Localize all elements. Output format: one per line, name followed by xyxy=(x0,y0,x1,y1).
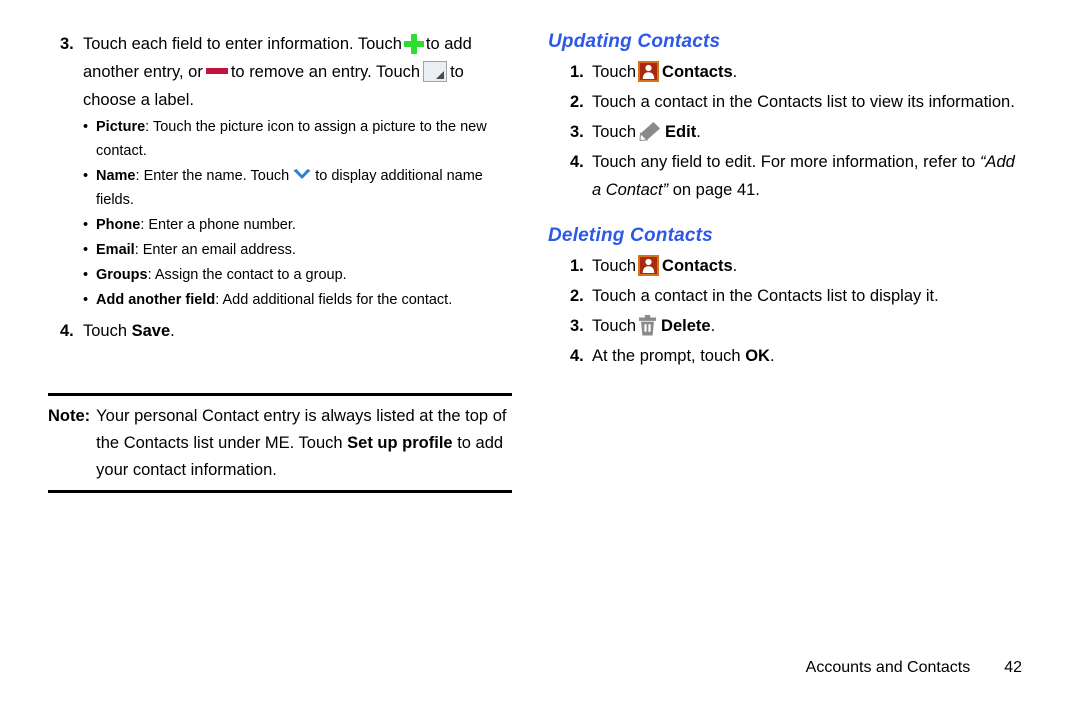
contacts-app-icon xyxy=(638,61,660,82)
step-text: Touch Edit. xyxy=(592,118,1018,146)
deleting-step-1: 1. Touch Contacts. xyxy=(548,252,1018,280)
step-number: 2. xyxy=(570,93,584,111)
deleting-step-2: 2. Touch a contact in the Contacts list … xyxy=(548,282,1018,310)
bullet-description: Touch the picture icon to assign a pictu… xyxy=(96,119,487,159)
right-column: Updating Contacts 1. Touch Contacts. 2. T… xyxy=(548,30,1018,372)
list-item-email: Email: Enter an email address. xyxy=(83,238,520,262)
text-after: . xyxy=(696,123,701,141)
text-after: . xyxy=(732,257,738,275)
text-before: Touch xyxy=(592,317,637,335)
step-text: Touch a contact in the Contacts list to … xyxy=(592,93,1015,111)
list-item-picture: Picture: Touch the picture icon to assig… xyxy=(83,115,520,163)
heading-updating-contacts: Updating Contacts xyxy=(548,31,721,52)
field-bullet-list: Picture: Touch the picture icon to assig… xyxy=(83,115,520,312)
step-text: Touch any field to edit. For more inform… xyxy=(592,148,1018,204)
left-column: 3. Touch each field to enter information… xyxy=(48,30,520,347)
bullet-description: Assign the contact to a group. xyxy=(154,267,347,283)
bullet-separator: : xyxy=(135,168,144,184)
step-number: 1. xyxy=(570,257,584,275)
step3-text-part1: Touch each field to enter information. T… xyxy=(83,35,402,53)
text-before: Touch any field to edit. For more inform… xyxy=(592,153,976,171)
ok-term: OK xyxy=(745,347,770,365)
bullet-term: Add another field xyxy=(96,292,216,308)
bullet-term: Email xyxy=(96,242,135,258)
step-text: Touch Delete. xyxy=(592,312,1018,340)
step-number: 3. xyxy=(570,317,584,335)
deleting-step-3: 3. Touch Delete. xyxy=(548,312,1018,340)
bullet-term: Picture xyxy=(96,119,146,135)
step-number: 4. xyxy=(570,347,584,365)
bullet-separator: : xyxy=(147,267,155,283)
bullet-term: Groups xyxy=(96,267,148,283)
step4-text-before: Touch xyxy=(83,322,128,340)
note-bottom-rule xyxy=(48,490,512,493)
contacts-term: Contacts xyxy=(662,257,733,275)
set-up-profile-term: Set up profile xyxy=(347,434,453,452)
list-item-groups: Groups: Assign the contact to a group. xyxy=(83,263,520,287)
step-text: Touch Contacts. xyxy=(592,58,1018,86)
list-item-name: Name: Enter the name. Touchto display ad… xyxy=(83,164,520,212)
step-text: At the prompt, touch OK. xyxy=(592,342,1018,370)
text-after: . xyxy=(769,347,775,365)
manual-page: 3. Touch each field to enter information… xyxy=(0,0,1080,720)
bullet-separator: : xyxy=(215,292,223,308)
deleting-step-4: 4. At the prompt, touch OK. xyxy=(548,342,1018,370)
edit-term: Edit xyxy=(665,123,697,141)
chevron-down-icon xyxy=(292,168,312,182)
step-3: 3. Touch each field to enter information… xyxy=(48,30,520,313)
list-item-phone: Phone: Enter a phone number. xyxy=(83,213,520,237)
bullet-description: Add additional fields for the contact. xyxy=(222,292,453,308)
contacts-term: Contacts xyxy=(662,63,733,81)
updating-step-1: 1. Touch Contacts. xyxy=(548,58,1018,86)
note-content: Note: Your personal Contact entry is alw… xyxy=(48,396,512,490)
text-after: . xyxy=(732,63,738,81)
contacts-app-icon xyxy=(638,255,660,276)
step-number: 1. xyxy=(570,63,584,81)
updating-step-4: 4. Touch any field to edit. For more inf… xyxy=(548,148,1018,204)
save-term: Save xyxy=(131,322,171,340)
note-callout: Note: Your personal Contact entry is alw… xyxy=(48,393,512,493)
note-label: Note: xyxy=(48,407,91,425)
delete-term: Delete xyxy=(661,317,711,335)
step-number: 3. xyxy=(60,35,74,53)
bullet-separator: : xyxy=(134,242,143,258)
text-after: on page 41. xyxy=(672,181,760,199)
footer-section-title: Accounts and Contacts xyxy=(805,659,971,676)
updating-step-3: 3. Touch Edit. xyxy=(548,118,1018,146)
text-before: Touch xyxy=(592,63,637,81)
page-number: 42 xyxy=(1004,659,1022,676)
bullet-description-before: Enter the name. Touch xyxy=(143,168,290,184)
step3-text-part3: to remove an entry. Touch xyxy=(230,63,421,81)
text-after: . xyxy=(710,317,716,335)
updating-step-2: 2. Touch a contact in the Contacts list … xyxy=(548,88,1018,116)
minus-icon xyxy=(205,68,228,74)
plus-icon xyxy=(403,34,424,54)
step-number: 4. xyxy=(570,153,584,171)
note-text: Your personal Contact entry is always li… xyxy=(96,403,512,484)
step-4: 4. Touch Save. xyxy=(48,317,520,345)
list-item-add-another-field: Add another field: Add additional fields… xyxy=(83,288,520,312)
edit-pencil-icon xyxy=(638,121,661,142)
step-text: Touch Contacts. xyxy=(592,252,1018,280)
text-before: Touch xyxy=(592,257,637,275)
step-text: Touch Save. xyxy=(83,317,520,345)
bullet-term: Phone xyxy=(96,217,141,233)
dropdown-box-icon xyxy=(423,61,448,82)
bullet-description: Enter an email address. xyxy=(142,242,296,258)
step-text: Touch a contact in the Contacts list to … xyxy=(592,287,939,305)
heading-deleting-contacts: Deleting Contacts xyxy=(548,225,713,246)
bullet-separator: : xyxy=(145,119,153,135)
step-number: 4. xyxy=(60,322,74,340)
trash-delete-icon xyxy=(638,315,657,336)
bullet-description: Enter a phone number. xyxy=(148,217,296,233)
text-before: At the prompt, touch xyxy=(592,347,741,365)
step-number: 2. xyxy=(570,287,584,305)
step-number: 3. xyxy=(570,123,584,141)
step4-text-after: . xyxy=(170,322,175,340)
page-footer: Accounts and Contacts 42 xyxy=(806,658,1022,678)
step-text: Touch each field to enter information. T… xyxy=(83,30,520,313)
bullet-term: Name xyxy=(96,168,136,184)
text-before: Touch xyxy=(592,123,637,141)
